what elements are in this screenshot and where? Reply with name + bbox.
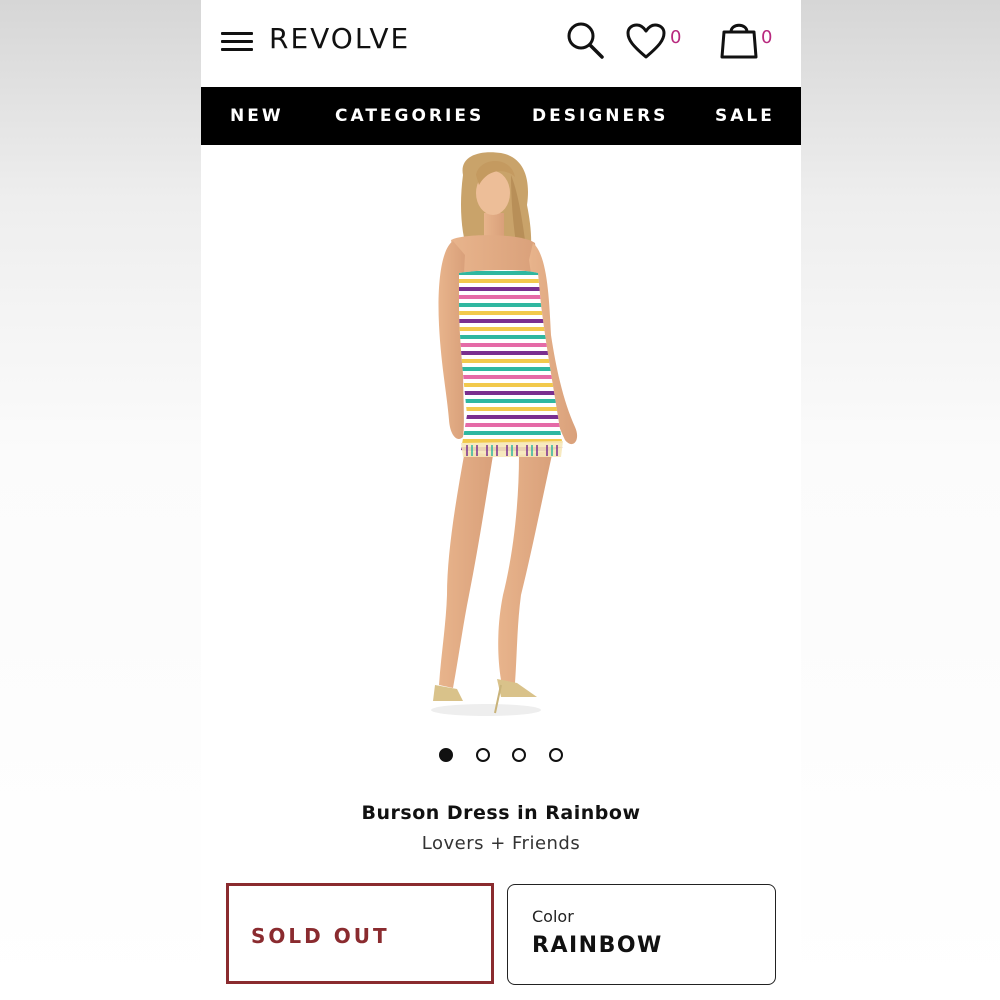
mobile-page: REVOLVE 0 0 NEW CATEGORIES DESIGNERS SAL… <box>201 0 801 1000</box>
nav-item-categories[interactable]: CATEGORIES <box>335 87 484 145</box>
site-header: REVOLVE 0 0 <box>201 0 801 87</box>
carousel-dot-1[interactable] <box>439 748 453 762</box>
product-title: Burson Dress in Rainbow <box>361 802 641 824</box>
carousel-dots <box>201 748 801 762</box>
bag-count: 0 <box>761 27 773 48</box>
shopping-bag-icon[interactable] <box>719 18 759 60</box>
site-logo[interactable]: REVOLVE <box>269 22 410 55</box>
wishlist-count: 0 <box>670 27 682 48</box>
carousel-dot-3[interactable] <box>512 748 526 762</box>
carousel-dot-2[interactable] <box>476 748 490 762</box>
sold-out-button[interactable]: SOLD OUT <box>226 883 494 984</box>
carousel-dot-4[interactable] <box>549 748 563 762</box>
nav-item-new[interactable]: NEW <box>230 87 284 145</box>
right-backdrop <box>801 0 1000 1000</box>
heart-icon[interactable] <box>625 22 667 60</box>
search-icon[interactable] <box>565 20 605 60</box>
left-backdrop <box>0 0 201 1000</box>
sold-out-label: SOLD OUT <box>251 924 390 948</box>
product-brand[interactable]: Lovers + Friends <box>201 833 801 854</box>
nav-item-designers[interactable]: DESIGNERS <box>532 87 668 145</box>
nav-item-sale[interactable]: SALE <box>715 87 775 145</box>
color-value: RAINBOW <box>532 933 663 958</box>
color-label: Color <box>532 907 574 926</box>
main-nav: NEW CATEGORIES DESIGNERS SALE <box>201 87 801 145</box>
product-image[interactable] <box>201 145 801 725</box>
color-selector[interactable]: Color RAINBOW <box>507 884 776 985</box>
menu-icon[interactable] <box>221 32 253 52</box>
